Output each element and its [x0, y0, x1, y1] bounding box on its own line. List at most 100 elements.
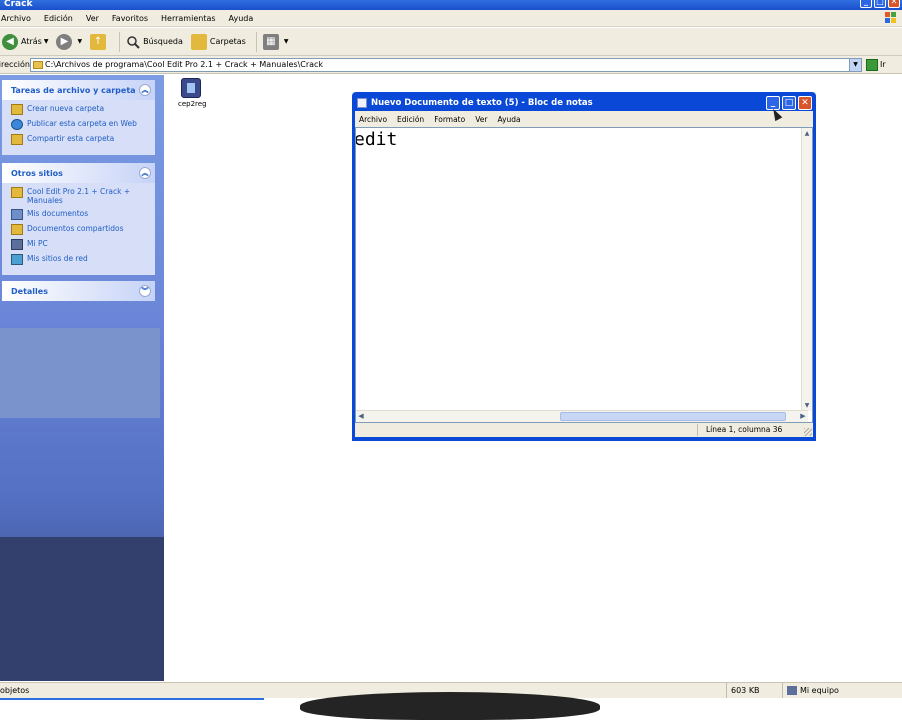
horizontal-scroll-thumb[interactable]: [560, 412, 786, 421]
notepad-text-area[interactable]: edit ▲ ▼ ◀ ▶: [355, 127, 813, 423]
place-label: Cool Edit Pro 2.1 + Crack + Manuales: [27, 187, 131, 205]
close-button[interactable]: ✕: [888, 0, 900, 8]
notepad-close-button[interactable]: ✕: [798, 96, 812, 110]
chevron-up-icon[interactable]: ︽: [139, 84, 151, 96]
forward-arrow-icon: ▶: [56, 33, 73, 50]
address-input[interactable]: C:\Archivos de programa\Cool Edit Pro 2.…: [30, 57, 862, 72]
globe-icon: [11, 119, 23, 130]
address-dropdown-icon[interactable]: ▼: [849, 58, 861, 71]
search-icon: [127, 35, 140, 49]
task-label: Publicar esta carpeta en Web: [27, 119, 137, 128]
menu-ver[interactable]: Ver: [86, 14, 99, 23]
details-panel: Detalles ︾: [2, 281, 155, 301]
details-header[interactable]: Detalles ︾: [2, 281, 155, 301]
up-folder-icon: ↑: [90, 33, 107, 50]
resize-grip-icon[interactable]: [804, 428, 812, 436]
back-dropdown-icon[interactable]: ▼: [44, 38, 49, 45]
forward-button[interactable]: ▶ ▼: [56, 33, 82, 50]
task-label: Crear nueva carpeta: [27, 104, 105, 113]
np-menu-ver[interactable]: Ver: [475, 115, 487, 124]
address-path: C:\Archivos de programa\Cool Edit Pro 2.…: [45, 60, 324, 69]
other-places-panel: Otros sitios ︽ Cool Edit Pro 2.1 + Crack…: [2, 163, 155, 275]
search-label: Búsqueda: [143, 37, 183, 46]
back-button[interactable]: ◀ Atrás ▼: [2, 33, 49, 50]
explorer-title-bar: Crack _ □ ✕: [0, 0, 902, 10]
other-places-header[interactable]: Otros sitios ︽: [2, 163, 155, 183]
menu-favoritos[interactable]: Favoritos: [112, 14, 148, 23]
address-bar: Dirección C:\Archivos de programa\Cool E…: [0, 56, 902, 74]
forward-dropdown-icon[interactable]: ▼: [77, 38, 82, 45]
task-label: Compartir esta carpeta: [27, 134, 115, 143]
back-label: Atrás: [21, 37, 42, 46]
bottom-strip: [0, 692, 902, 720]
place-my-computer[interactable]: Mi PC: [11, 239, 149, 250]
place-label: Documentos compartidos: [27, 224, 124, 233]
file-name: cep2reg: [178, 100, 207, 108]
place-network[interactable]: Mis sitios de red: [11, 254, 149, 265]
views-dropdown-icon[interactable]: ▼: [284, 38, 289, 45]
np-menu-archivo[interactable]: Archivo: [359, 115, 387, 124]
place-cool-edit-folder[interactable]: Cool Edit Pro 2.1 + Crack + Manuales: [11, 187, 149, 205]
status-location: Mi equipo: [782, 683, 902, 698]
explorer-menu-bar: Archivo Edición Ver Favoritos Herramient…: [0, 10, 902, 27]
up-folder-button[interactable]: ↑: [90, 33, 109, 50]
scroll-right-icon[interactable]: ▶: [798, 411, 808, 422]
file-item-cep2reg[interactable]: cep2reg: [178, 78, 207, 108]
notepad-title-bar[interactable]: Nuevo Documento de texto (5) - Bloc de n…: [355, 95, 813, 111]
place-label: Mis sitios de red: [27, 254, 88, 263]
scroll-up-icon[interactable]: ▲: [802, 128, 812, 139]
maximize-button[interactable]: □: [874, 0, 886, 8]
other-places-title: Otros sitios: [11, 168, 63, 178]
task-pane: Tareas de archivo y carpeta ︽ Crear nuev…: [0, 75, 164, 681]
task-publish-web[interactable]: Publicar esta carpeta en Web: [11, 119, 149, 130]
dark-shape: [300, 692, 600, 720]
new-folder-icon: [11, 104, 23, 115]
horizontal-scrollbar[interactable]: ◀ ▶: [356, 410, 808, 422]
address-label: Dirección: [0, 60, 30, 69]
notepad-status-bar: Línea 1, columna 36: [355, 423, 813, 437]
vertical-scrollbar[interactable]: ▲ ▼: [801, 128, 812, 411]
task-create-folder[interactable]: Crear nueva carpeta: [11, 104, 149, 115]
go-label: Ir: [880, 60, 886, 69]
pane-background-dark: [0, 537, 164, 681]
notepad-title: Nuevo Documento de texto (5) - Bloc de n…: [371, 98, 593, 108]
menu-archivo[interactable]: Archivo: [1, 14, 31, 23]
folder-icon: [33, 60, 43, 69]
chevron-down-icon[interactable]: ︾: [139, 285, 151, 297]
notepad-window: Nuevo Documento de texto (5) - Bloc de n…: [352, 92, 816, 441]
place-label: Mi PC: [27, 239, 48, 248]
place-my-documents[interactable]: Mis documentos: [11, 209, 149, 220]
status-location-label: Mi equipo: [800, 686, 839, 695]
place-label: Mis documentos: [27, 209, 89, 218]
folders-label: Carpetas: [209, 37, 246, 46]
search-button[interactable]: Búsqueda: [126, 35, 183, 49]
chevron-up-icon[interactable]: ︽: [139, 167, 151, 179]
np-menu-ayuda[interactable]: Ayuda: [497, 115, 520, 124]
np-menu-formato[interactable]: Formato: [434, 115, 465, 124]
cursor-position: Línea 1, columna 36: [697, 424, 807, 436]
network-icon: [11, 254, 23, 265]
menu-ayuda[interactable]: Ayuda: [229, 14, 254, 23]
folders-button[interactable]: Carpetas: [190, 33, 246, 50]
menu-edicion[interactable]: Edición: [44, 14, 73, 23]
pane-background: [0, 328, 160, 418]
notepad-maximize-button[interactable]: □: [782, 96, 796, 110]
minimize-button[interactable]: _: [860, 0, 872, 8]
folders-icon: [190, 33, 207, 50]
menu-herramientas[interactable]: Herramientas: [161, 14, 216, 23]
notepad-menu-bar: Archivo Edición Formato Ver Ayuda: [355, 111, 813, 127]
go-arrow-icon: [866, 58, 878, 71]
go-button[interactable]: Ir: [866, 58, 886, 71]
status-objects: objetos: [0, 686, 30, 695]
task-share-folder[interactable]: Compartir esta carpeta: [11, 134, 149, 145]
scroll-left-icon[interactable]: ◀: [356, 411, 366, 422]
toolbar-separator: [119, 31, 121, 52]
file-tasks-header[interactable]: Tareas de archivo y carpeta ︽: [2, 80, 155, 100]
views-button[interactable]: ▦ ▼: [262, 33, 289, 50]
place-shared-documents[interactable]: Documentos compartidos: [11, 224, 149, 235]
status-size: 603 KB: [726, 683, 782, 698]
views-icon: ▦: [262, 33, 279, 50]
file-tasks-title: Tareas de archivo y carpeta: [11, 85, 136, 95]
np-menu-edicion[interactable]: Edición: [397, 115, 424, 124]
windows-logo-icon: [885, 12, 896, 23]
